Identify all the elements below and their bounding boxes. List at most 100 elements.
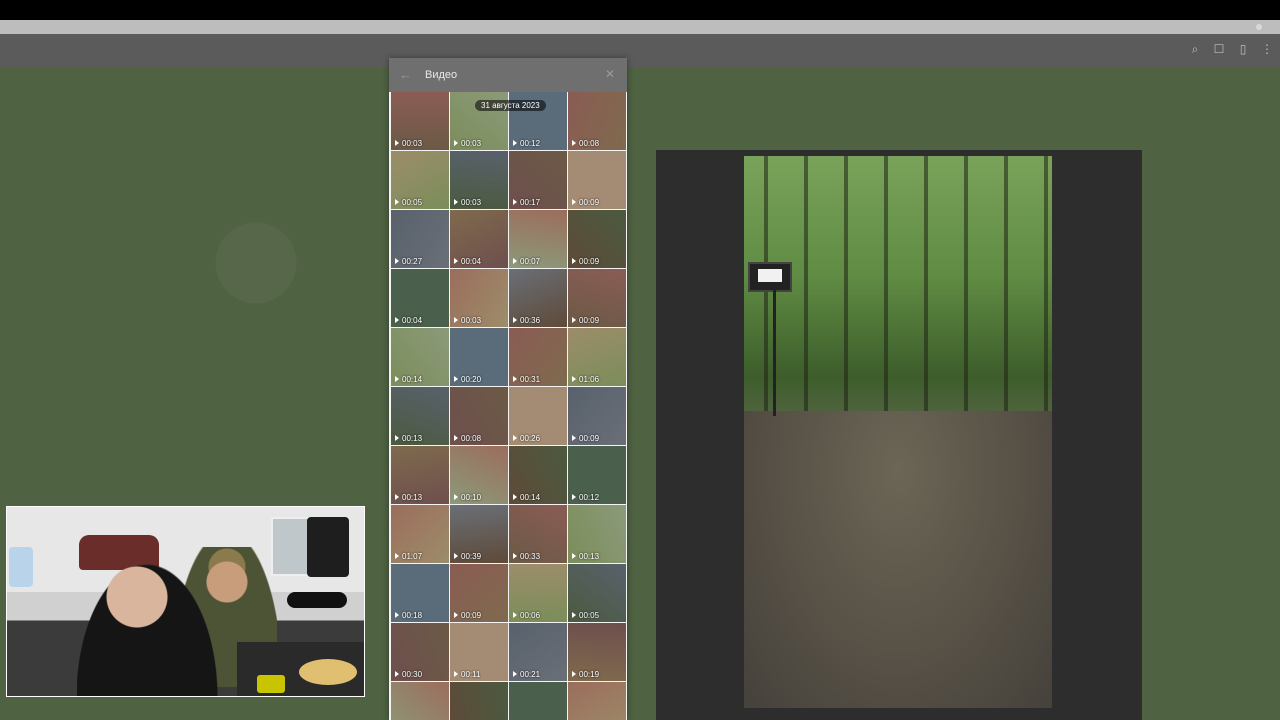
- video-thumbnail[interactable]: 00:09: [568, 387, 626, 445]
- trail-sign-plate: [758, 269, 782, 282]
- duration-text: 00:03: [461, 139, 482, 148]
- video-duration: 00:14: [513, 493, 540, 502]
- arrow-left-icon[interactable]: ←: [399, 67, 412, 82]
- video-thumbnail[interactable]: 00:08: [450, 387, 508, 445]
- video-thumbnail[interactable]: 00:27: [391, 210, 449, 268]
- video-duration: 00:03: [454, 316, 481, 325]
- play-icon: [513, 258, 517, 264]
- play-icon: [513, 435, 517, 441]
- video-thumbnail[interactable]: 00:14: [391, 328, 449, 386]
- video-thumbnail[interactable]: 00:12: [568, 446, 626, 504]
- video-duration: 00:17: [513, 198, 540, 207]
- video-thumbnail[interactable]: 00:03: [391, 92, 449, 150]
- video-thumbnail[interactable]: 00:08: [568, 92, 626, 150]
- play-icon: [454, 140, 458, 146]
- video-thumbnail[interactable]: 00:11: [509, 682, 567, 720]
- person-foreground: [77, 547, 227, 696]
- video-thumbnail[interactable]: 00:36: [509, 269, 567, 327]
- video-duration: 00:36: [513, 316, 540, 325]
- video-duration: 00:18: [395, 611, 422, 620]
- video-thumbnail[interactable]: 00:11: [450, 623, 508, 681]
- video-duration: 00:09: [572, 257, 599, 266]
- play-icon: [395, 317, 399, 323]
- video-thumbnail[interactable]: 00:04: [450, 210, 508, 268]
- video-thumbnail[interactable]: 00:10: [450, 682, 508, 720]
- media-viewer: [656, 150, 1142, 720]
- play-icon: [572, 140, 576, 146]
- video-thumbnail[interactable]: 01:06: [568, 328, 626, 386]
- video-thumbnail[interactable]: 00:30: [391, 623, 449, 681]
- duration-text: 00:05: [402, 198, 423, 207]
- video-thumbnail[interactable]: 00:33: [391, 682, 449, 720]
- duration-text: 00:30: [402, 670, 423, 679]
- duration-text: 00:08: [579, 139, 600, 148]
- video-thumbnail[interactable]: 00:09: [568, 151, 626, 209]
- food-plate: [299, 659, 357, 685]
- video-duration: 00:03: [454, 139, 481, 148]
- video-thumbnail[interactable]: 00:13: [568, 505, 626, 563]
- play-icon: [572, 671, 576, 677]
- search-icon[interactable]: ⌕: [1188, 42, 1202, 56]
- video-thumbnail[interactable]: 00:14: [509, 446, 567, 504]
- video-thumbnail[interactable]: 00:18: [391, 564, 449, 622]
- window-control-icon[interactable]: [1256, 24, 1262, 30]
- video-thumbnail[interactable]: 00:33: [509, 505, 567, 563]
- duration-text: 00:36: [520, 316, 541, 325]
- video-thumbnail[interactable]: 00:13: [391, 387, 449, 445]
- video-thumbnail[interactable]: 00:19: [568, 623, 626, 681]
- play-icon: [454, 199, 458, 205]
- video-thumbnail[interactable]: 00:13: [391, 446, 449, 504]
- play-icon: [572, 317, 576, 323]
- video-thumbnail[interactable]: 00:05: [568, 564, 626, 622]
- video-thumbnail[interactable]: 00:24: [568, 682, 626, 720]
- panel-title: Видео: [425, 69, 458, 81]
- play-icon: [513, 494, 517, 500]
- play-icon: [454, 435, 458, 441]
- duration-text: 00:21: [520, 670, 541, 679]
- video-thumbnail[interactable]: 00:20: [450, 328, 508, 386]
- video-thumbnail[interactable]: 00:39: [450, 505, 508, 563]
- video-duration: 00:08: [572, 139, 599, 148]
- play-icon: [572, 376, 576, 382]
- sidebar-icon[interactable]: ▯: [1236, 42, 1250, 56]
- video-thumbnail[interactable]: 00:10: [450, 446, 508, 504]
- video-thumbnail[interactable]: 00:26: [509, 387, 567, 445]
- video-thumbnail[interactable]: 00:04: [391, 269, 449, 327]
- duration-text: 00:27: [402, 257, 423, 266]
- video-preview[interactable]: [744, 156, 1052, 708]
- duration-text: 00:03: [461, 198, 482, 207]
- video-thumbnail[interactable]: 00:06: [509, 564, 567, 622]
- duration-text: 00:31: [520, 375, 541, 384]
- video-thumbnail[interactable]: 00:09: [568, 269, 626, 327]
- forest-path: [744, 411, 1052, 708]
- video-thumbnail[interactable]: 00:03: [450, 151, 508, 209]
- duration-text: 00:03: [402, 139, 423, 148]
- play-icon: [395, 494, 399, 500]
- duration-text: 00:14: [520, 493, 541, 502]
- close-icon[interactable]: ✕: [605, 67, 615, 81]
- video-duration: 00:04: [395, 316, 422, 325]
- play-icon: [513, 199, 517, 205]
- video-thumbnail[interactable]: 00:05: [391, 151, 449, 209]
- duration-text: 00:04: [402, 316, 423, 325]
- video-duration: 00:31: [513, 375, 540, 384]
- duration-text: 00:10: [461, 493, 482, 502]
- duration-text: 00:33: [520, 552, 541, 561]
- video-duration: 00:07: [513, 257, 540, 266]
- video-thumbnail[interactable]: 00:03: [450, 269, 508, 327]
- video-thumbnail[interactable]: 01:07: [391, 505, 449, 563]
- video-thumbnail[interactable]: 00:07: [509, 210, 567, 268]
- duration-text: 00:08: [461, 434, 482, 443]
- video-thumbnail[interactable]: 00:09: [568, 210, 626, 268]
- video-duration: 00:11: [454, 670, 480, 679]
- video-duration: 00:33: [513, 552, 540, 561]
- play-icon: [395, 553, 399, 559]
- video-duration: 00:05: [395, 198, 422, 207]
- video-thumbnail[interactable]: 00:09: [450, 564, 508, 622]
- more-vertical-icon[interactable]: ⋮: [1260, 42, 1274, 56]
- panel-header: ← Видео ✕: [389, 58, 627, 92]
- video-thumbnail[interactable]: 00:21: [509, 623, 567, 681]
- video-thumbnail[interactable]: 00:31: [509, 328, 567, 386]
- comment-icon[interactable]: ☐: [1212, 42, 1226, 56]
- video-thumbnail[interactable]: 00:17: [509, 151, 567, 209]
